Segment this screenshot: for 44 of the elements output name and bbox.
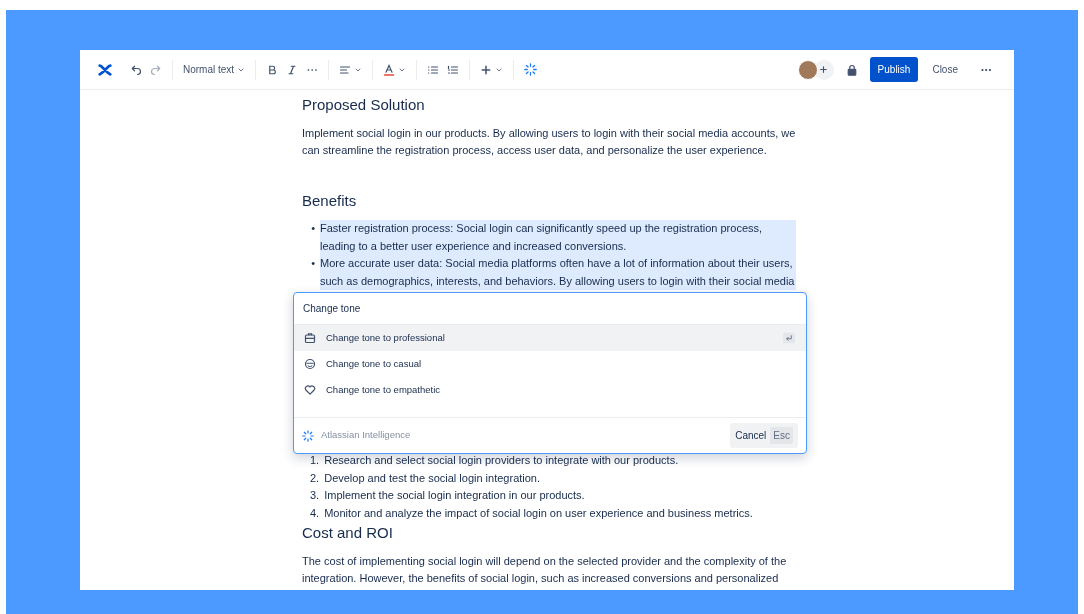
heart-icon — [304, 384, 316, 396]
text-style-dropdown[interactable]: Normal text — [179, 62, 250, 77]
list-item: Research and select social login providers to integrate with our products. — [324, 453, 679, 468]
bold-icon — [266, 63, 279, 76]
publish-button[interactable]: Publish — [869, 57, 919, 82]
list-item: More accurate user data: Social media platforms often have a lot of information about their users, such as demographics, interests, and behaviors. By allowing users to login with their social media — [320, 255, 796, 290]
align-icon — [339, 63, 352, 76]
menu-option[interactable]: Change tone to empathetic — [294, 377, 806, 403]
bullet-list-icon — [427, 63, 440, 76]
list-number: 1. — [310, 453, 320, 468]
logo-icon — [98, 62, 112, 77]
numbered-list-icon — [447, 63, 460, 76]
list-number: 2. — [310, 470, 320, 486]
list-item: Implement the social login integration in our products. — [324, 488, 585, 503]
menu-option[interactable]: Change tone to professional — [294, 325, 806, 351]
redo-icon — [150, 63, 162, 76]
smiley-icon — [304, 358, 316, 370]
paragraph: Implement social login in our products. By allowing users to login with their social media accounts, we can streamline the registration process, access user data, and personalize the user experience. — [302, 125, 797, 158]
plus-icon — [819, 65, 829, 74]
list-item: Faster registration process: Social login can significantly speed up the registration process, leading to a better user experience and increased conversions. — [320, 220, 796, 255]
undo-icon — [130, 63, 142, 76]
cancel-button[interactable]: Cancel Esc — [730, 423, 798, 448]
brand-label: Atlassian Intelligence — [321, 428, 412, 443]
paragraph: The cost of implementing social login will depend on the selected provider and the complexity of the integration. However, the benefits of social login, such as increased conversions and personalized — [302, 553, 788, 586]
briefcase-icon — [304, 332, 316, 344]
lock-icon — [845, 63, 858, 76]
sparkle-icon — [524, 63, 538, 76]
plus-icon — [480, 63, 493, 76]
close-button[interactable]: Close — [928, 62, 962, 77]
section-heading: Benefits — [302, 190, 358, 211]
list-number: 4. — [310, 505, 320, 521]
enter-key-icon — [782, 332, 796, 344]
text-color-icon — [383, 63, 396, 76]
list-item: Develop and test the social login integration. — [324, 470, 541, 486]
list-number: 3. — [310, 488, 320, 503]
section-heading: Cost and ROI — [302, 523, 394, 543]
section-heading: Proposed Solution — [302, 95, 426, 115]
menu-option[interactable]: Change tone to casual — [294, 351, 806, 377]
bullet-marker: • — [310, 221, 315, 236]
italic-icon — [286, 63, 299, 76]
sparkle-icon — [302, 429, 314, 442]
avatar[interactable] — [797, 59, 818, 80]
list-item: Monitor and analyze the impact of social login on user experience and business metrics. — [324, 505, 753, 521]
bullet-marker: • — [310, 256, 315, 271]
